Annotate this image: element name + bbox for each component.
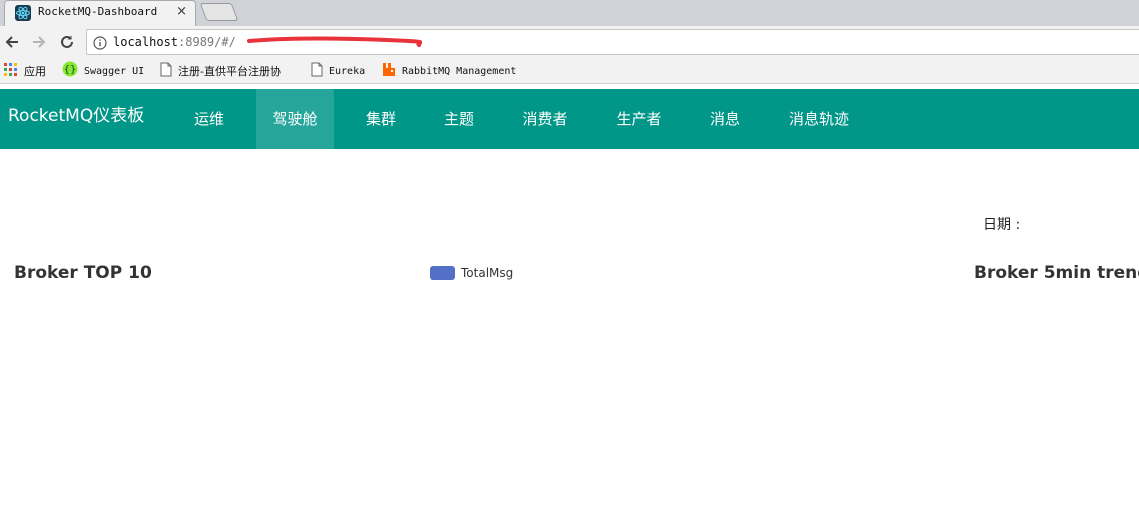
- nav-item-consumer[interactable]: 消费者: [508, 89, 582, 149]
- bookmark-registration[interactable]: 注册-直供平台注册协: [160, 62, 281, 81]
- address-bar[interactable]: localhost:8989/#/: [86, 29, 1139, 55]
- bookmarks-bar: 应用 {} Swagger UI 注册-直供平台注册协 Eureka Rabbi…: [0, 58, 1139, 84]
- svg-text:{}: {}: [64, 65, 77, 76]
- page-icon: [160, 62, 172, 81]
- rabbitmq-icon: [382, 62, 396, 81]
- chart-legend[interactable]: TotalMsg: [430, 266, 513, 280]
- back-icon[interactable]: [1, 31, 23, 53]
- redaction-scribble: [247, 36, 422, 47]
- swagger-icon: {}: [62, 61, 78, 81]
- brand-logo[interactable]: RocketMQ仪表板: [8, 89, 144, 143]
- nav-item-topic[interactable]: 主题: [430, 89, 488, 149]
- bookmark-label: Eureka: [329, 65, 366, 77]
- info-icon[interactable]: [93, 35, 107, 50]
- broker-trend-title: Broker 5min trend: [974, 263, 1139, 283]
- browser-tab[interactable]: RocketMQ-Dashboard ×: [4, 0, 196, 26]
- new-tab-button[interactable]: [199, 3, 239, 21]
- bookmark-label: 注册-直供平台注册协: [178, 65, 281, 78]
- nav-item-cluster[interactable]: 集群: [352, 89, 410, 149]
- bookmark-eureka[interactable]: Eureka: [311, 62, 366, 81]
- broker-top10-title: Broker TOP 10: [14, 263, 152, 283]
- nav-item-dashboard[interactable]: 驾驶舱: [256, 89, 334, 149]
- bookmark-label: Swagger UI: [84, 65, 145, 77]
- browser-tab-strip: RocketMQ-Dashboard ×: [0, 0, 1139, 26]
- legend-swatch: [430, 266, 455, 280]
- forward-icon[interactable]: [28, 31, 50, 53]
- browser-toolbar: localhost:8989/#/: [0, 26, 1139, 58]
- reload-icon[interactable]: [56, 31, 78, 53]
- apps-grid-icon: [4, 62, 18, 81]
- app-navbar: RocketMQ仪表板 运维 驾驶舱 集群 主题 消费者 生产者 消息 消息轨迹: [0, 89, 1139, 149]
- bookmark-apps[interactable]: 应用: [4, 62, 46, 81]
- legend-label: TotalMsg: [461, 266, 514, 280]
- date-label: 日期 :: [983, 217, 1021, 233]
- close-icon[interactable]: ×: [176, 4, 187, 20]
- url-text: localhost:8989/#/: [113, 35, 236, 49]
- bookmark-label: 应用: [24, 65, 46, 78]
- react-logo-icon: [15, 5, 31, 21]
- nav-item-message[interactable]: 消息: [696, 89, 754, 149]
- nav-item-ops[interactable]: 运维: [180, 89, 238, 149]
- bookmark-rabbitmq[interactable]: RabbitMQ Management: [382, 62, 517, 81]
- nav-item-message-trace[interactable]: 消息轨迹: [776, 89, 862, 149]
- bookmark-swagger[interactable]: {} Swagger UI: [62, 61, 145, 81]
- nav-item-producer[interactable]: 生产者: [602, 89, 676, 149]
- tab-title: RocketMQ-Dashboard: [38, 5, 158, 18]
- page-icon: [311, 62, 323, 81]
- bookmark-label: RabbitMQ Management: [402, 65, 517, 77]
